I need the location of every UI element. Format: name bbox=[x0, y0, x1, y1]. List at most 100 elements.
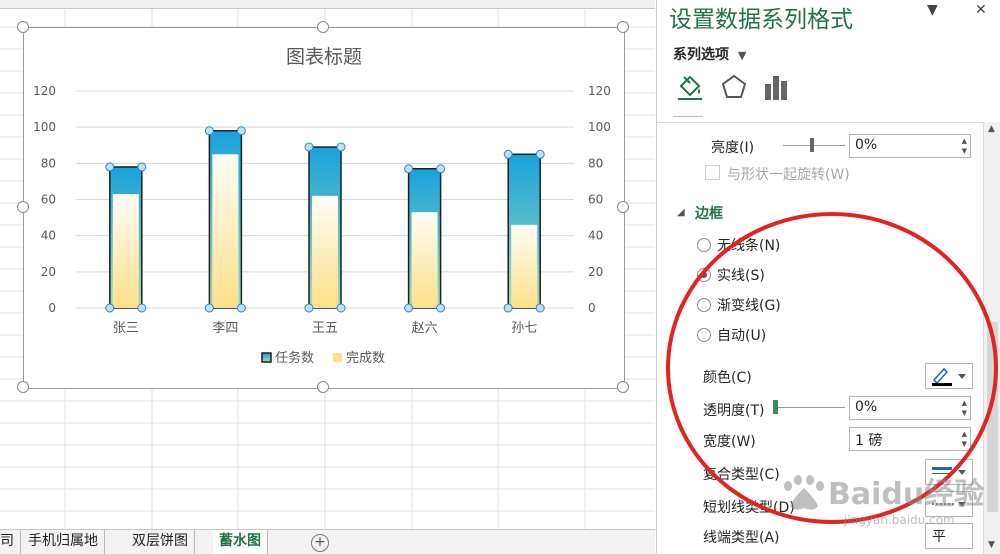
spin-down-icon[interactable]: ▼ bbox=[962, 147, 967, 155]
selection-handle[interactable] bbox=[336, 142, 346, 152]
legend-swatch-done bbox=[333, 353, 342, 362]
y-axis-tick-label: 40 bbox=[41, 229, 56, 243]
color-picker-button[interactable] bbox=[925, 363, 973, 389]
bar-done-4[interactable] bbox=[511, 224, 538, 308]
selection-handle[interactable] bbox=[503, 303, 513, 313]
selection-handle[interactable] bbox=[436, 303, 446, 313]
color-label: 颜色(C) bbox=[703, 370, 752, 386]
sheet-tab-partial[interactable]: 司 bbox=[0, 530, 21, 554]
spin-up-icon[interactable]: ▲ bbox=[962, 399, 967, 407]
spin-up-icon[interactable]: ▲ bbox=[962, 430, 967, 438]
sheet-tab-bar: 司 手机归属地 双层饼图 蓄水图 + bbox=[0, 529, 655, 554]
chart-resize-handle[interactable] bbox=[617, 21, 629, 33]
chart-resize-handle[interactable] bbox=[617, 201, 629, 213]
selection-handle[interactable] bbox=[336, 303, 346, 313]
dash-type-dropdown[interactable] bbox=[925, 491, 973, 517]
secondary-axis-tick-label: 100 bbox=[588, 120, 611, 134]
dash-type-label: 短划线类型(D) bbox=[703, 500, 795, 516]
selection-handle[interactable] bbox=[404, 303, 414, 313]
secondary-axis-tick-label: 120 bbox=[588, 84, 611, 98]
chart[interactable]: 图表标题 0 20 40 60 80 100 120 0 20 40 60 80 100 120 张三 李四 王五… bbox=[24, 28, 624, 388]
automatic-label: 自动(U) bbox=[717, 328, 767, 344]
bar-done-1[interactable] bbox=[212, 154, 239, 308]
secondary-axis-tick-label: 0 bbox=[588, 301, 596, 315]
series-options-dropdown[interactable]: 系列选项 ▼ bbox=[673, 44, 746, 64]
x-axis-category-label: 王五 bbox=[312, 321, 338, 336]
dash-line-icon bbox=[932, 502, 966, 507]
bar-done-2[interactable] bbox=[312, 195, 338, 308]
radio-automatic[interactable] bbox=[697, 328, 711, 342]
gradient-line-label: 渐变线(G) bbox=[717, 298, 781, 314]
legend-label-task: 任务数 bbox=[275, 350, 314, 366]
radio-gradient-line[interactable] bbox=[697, 298, 711, 312]
selection-handle[interactable] bbox=[204, 126, 214, 136]
sheet-tab-reservoir[interactable]: 蓄水图 bbox=[213, 530, 268, 554]
sheet-tab-double-pie[interactable]: 双层饼图 bbox=[126, 530, 195, 554]
scroll-down-icon[interactable]: ▼ bbox=[988, 540, 995, 550]
spin-down-icon[interactable]: ▼ bbox=[962, 409, 967, 417]
selection-handle[interactable] bbox=[535, 303, 545, 313]
chart-resize-handle[interactable] bbox=[317, 21, 329, 33]
scroll-thumb[interactable] bbox=[987, 322, 998, 512]
selection-handle[interactable] bbox=[304, 303, 314, 313]
selection-handle[interactable] bbox=[105, 303, 115, 313]
selection-handle[interactable] bbox=[137, 303, 147, 313]
selection-handle[interactable] bbox=[304, 142, 314, 152]
chart-resize-handle[interactable] bbox=[17, 201, 29, 213]
border-section-header[interactable]: 边框 bbox=[695, 203, 723, 223]
selection-handle[interactable] bbox=[204, 303, 214, 313]
legend-label-done: 完成数 bbox=[346, 351, 385, 366]
y-axis-tick-label: 100 bbox=[33, 120, 56, 134]
chart-resize-handle[interactable] bbox=[617, 381, 629, 393]
rotate-with-shape-checkbox[interactable] bbox=[705, 165, 720, 180]
bar-done-3[interactable] bbox=[411, 212, 438, 308]
brightness-slider-thumb[interactable] bbox=[810, 138, 814, 152]
solid-line-label: 实线(S) bbox=[717, 268, 765, 284]
selection-handle[interactable] bbox=[105, 162, 115, 172]
transparency-input[interactable]: 0% ▲ ▼ bbox=[849, 396, 971, 420]
pentagon-icon[interactable] bbox=[719, 72, 749, 102]
radio-solid-line[interactable] bbox=[697, 268, 711, 282]
chart-resize-handle[interactable] bbox=[317, 381, 329, 393]
scroll-up-icon[interactable]: ▲ bbox=[988, 124, 995, 134]
bar-chart-icon[interactable] bbox=[761, 72, 791, 102]
collapse-triangle-icon[interactable]: ◢ bbox=[677, 207, 685, 218]
spin-up-icon[interactable]: ▲ bbox=[962, 137, 967, 145]
add-sheet-button[interactable]: + bbox=[311, 534, 329, 552]
bar-done-0[interactable] bbox=[112, 194, 139, 308]
selection-handle[interactable] bbox=[503, 149, 513, 159]
y-axis-tick-label: 60 bbox=[41, 193, 56, 207]
pane-menu-icon[interactable]: ▼ bbox=[927, 2, 938, 18]
compound-type-dropdown[interactable] bbox=[925, 459, 973, 485]
selection-handle[interactable] bbox=[236, 303, 246, 313]
x-axis-category-label: 张三 bbox=[113, 321, 139, 336]
chart-title[interactable]: 图表标题 bbox=[286, 46, 362, 68]
transparency-slider-thumb[interactable] bbox=[773, 400, 778, 414]
selection-handle[interactable] bbox=[137, 162, 147, 172]
close-icon[interactable]: ✕ bbox=[975, 2, 987, 18]
pen-color-icon bbox=[932, 367, 966, 386]
brightness-input[interactable]: 0% ▲ ▼ bbox=[849, 134, 971, 158]
selection-handle[interactable] bbox=[404, 164, 414, 174]
pane-scrollbar[interactable]: ▲ ▼ bbox=[983, 122, 1000, 554]
chart-resize-handle[interactable] bbox=[17, 381, 29, 393]
cap-type-label: 线端类型(A) bbox=[703, 530, 780, 546]
sheet-tab-phone-location[interactable]: 手机归属地 bbox=[22, 530, 105, 554]
selection-handle[interactable] bbox=[535, 149, 545, 159]
y-axis-tick-label: 120 bbox=[33, 84, 56, 98]
transparency-slider[interactable] bbox=[775, 407, 845, 408]
width-input[interactable]: 1 磅 ▲ ▼ bbox=[849, 427, 971, 451]
chart-area[interactable]: 图表标题 0 20 40 60 80 100 120 0 20 40 60 80 100 120 张三 李四 王五… bbox=[23, 27, 625, 389]
selection-handle[interactable] bbox=[236, 126, 246, 136]
brightness-slider[interactable] bbox=[783, 145, 845, 146]
spin-down-icon[interactable]: ▼ bbox=[962, 440, 967, 448]
cap-type-dropdown[interactable]: 平 bbox=[925, 523, 973, 549]
x-axis-category-label: 赵六 bbox=[412, 321, 438, 336]
pane-body: 亮度(I) 0% ▲ ▼ 与形状一起旋转(W) ◢ 边框 无线条(N) 实线(S… bbox=[657, 122, 983, 554]
selection-handle[interactable] bbox=[436, 164, 446, 174]
secondary-axis-tick-label: 20 bbox=[588, 265, 603, 279]
chart-legend[interactable]: 任务数 完成数 bbox=[261, 350, 385, 366]
paint-bucket-icon[interactable] bbox=[675, 72, 705, 102]
radio-no-line[interactable] bbox=[697, 238, 711, 252]
chart-resize-handle[interactable] bbox=[17, 21, 29, 33]
